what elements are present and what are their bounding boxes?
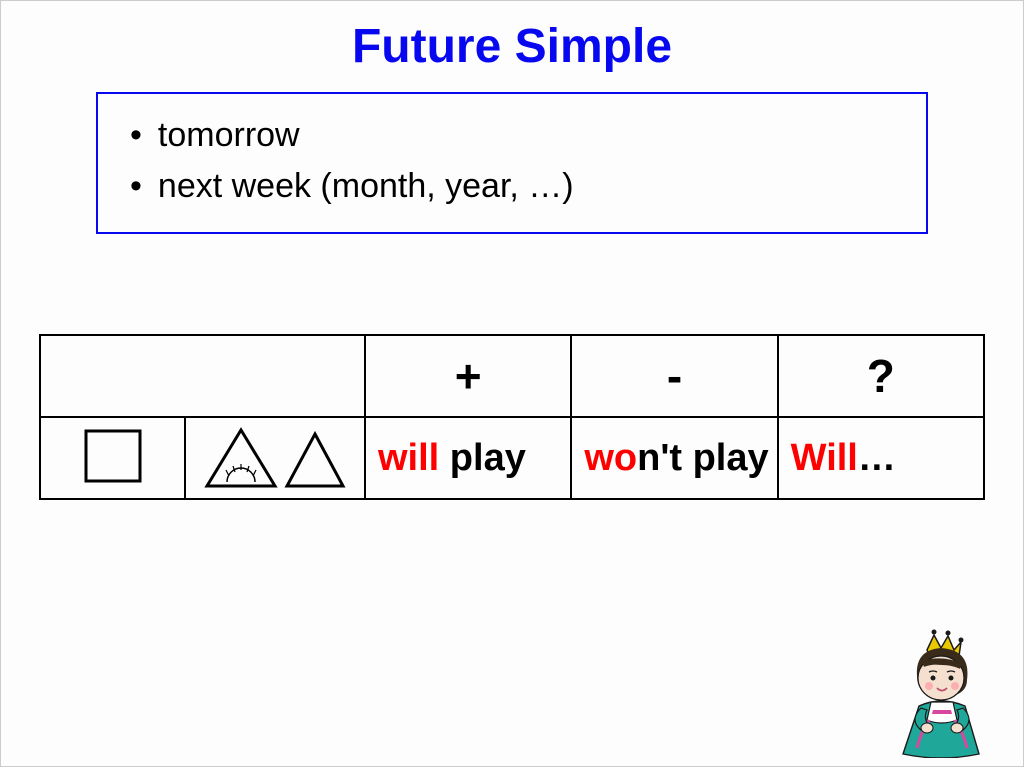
aux-text: Will <box>791 437 858 479</box>
triangle-sun-icon <box>203 426 279 490</box>
aux-text: will <box>378 437 450 479</box>
header-empty <box>40 335 365 417</box>
negative-cell: won't play <box>571 417 777 499</box>
bullet-item: next week (month, year, …) <box>116 161 908 212</box>
triangle-icon <box>283 430 347 490</box>
header-affirmative: + <box>365 335 571 417</box>
table-row: will play won't play Will… <box>40 417 984 499</box>
verb-shape-cell <box>185 417 365 499</box>
time-markers-box: tomorrow next week (month, year, …) <box>96 92 928 234</box>
header-negative: - <box>571 335 777 417</box>
header-question: ? <box>778 335 984 417</box>
rest-text: n't play <box>637 437 769 479</box>
rest-text: … <box>858 437 896 479</box>
slide-title: Future Simple <box>1 19 1023 74</box>
verb-text: play <box>450 437 526 479</box>
subject-shape-cell <box>40 417 185 499</box>
bullet-item: tomorrow <box>116 110 908 161</box>
square-icon <box>82 427 144 485</box>
grammar-table: + - ? <box>39 334 985 500</box>
character-icon <box>879 628 999 758</box>
aux-text: wo <box>584 437 637 479</box>
affirmative-cell: will play <box>365 417 571 499</box>
table-header-row: + - ? <box>40 335 984 417</box>
question-cell: Will… <box>778 417 984 499</box>
